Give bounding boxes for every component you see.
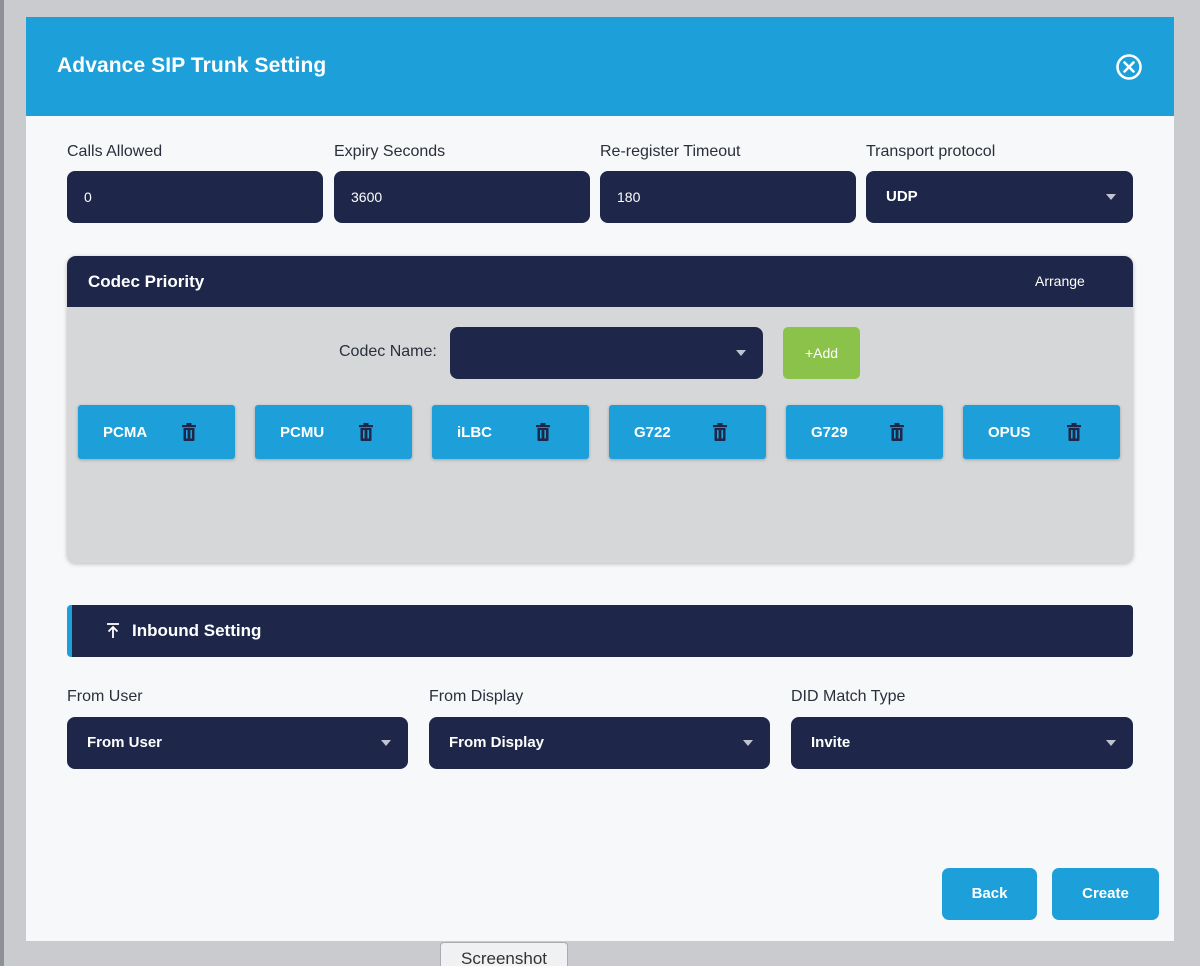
trash-icon[interactable]	[712, 423, 728, 441]
from-display-value: From Display	[449, 734, 545, 751]
chevron-down-icon	[736, 350, 746, 356]
close-icon[interactable]	[1115, 53, 1143, 81]
codec-chip[interactable]: PCMU	[255, 405, 412, 459]
dialog-header: Advance SIP Trunk Setting	[26, 17, 1174, 116]
from-display-label: From Display	[429, 688, 524, 705]
screenshot-tab[interactable]: Screenshot	[440, 942, 568, 966]
reregister-timeout-label: Re-register Timeout	[600, 143, 741, 160]
chevron-down-icon	[1106, 194, 1116, 200]
back-button[interactable]: Back	[942, 868, 1037, 920]
codec-name-label: Codec Name:	[339, 343, 437, 360]
codec-chip-label: PCMU	[280, 424, 325, 441]
transport-protocol-value: UDP	[886, 188, 918, 205]
codec-chip-label: OPUS	[988, 424, 1031, 441]
codec-chip[interactable]: PCMA	[78, 405, 235, 459]
backdrop	[0, 0, 4, 966]
transport-protocol-select[interactable]: UDP	[866, 171, 1133, 223]
calls-allowed-label: Calls Allowed	[67, 143, 163, 160]
dialog-title: Advance SIP Trunk Setting	[57, 54, 327, 77]
trash-icon[interactable]	[358, 423, 374, 441]
codec-chip-label: G729	[811, 424, 848, 441]
calls-allowed-input[interactable]: 0	[67, 171, 323, 223]
inbound-setting-toggle[interactable]: Inbound Setting	[67, 605, 1133, 657]
from-display-select[interactable]: From Display	[429, 717, 770, 769]
create-button[interactable]: Create	[1052, 868, 1159, 920]
codec-chip-label: iLBC	[457, 424, 492, 441]
codec-priority-header: Codec Priority Arrange	[67, 256, 1133, 307]
codec-priority-title: Codec Priority	[88, 272, 205, 291]
from-user-select[interactable]: From User	[67, 717, 408, 769]
chevron-down-icon	[381, 740, 391, 746]
trash-icon[interactable]	[181, 423, 197, 441]
codec-chip[interactable]: G722	[609, 405, 766, 459]
inbound-setting-title: Inbound Setting	[132, 621, 262, 640]
did-match-type-value: Invite	[811, 734, 851, 751]
chevron-down-icon	[1106, 740, 1116, 746]
sip-trunk-dialog: Advance SIP Trunk Setting Calls Allowed …	[26, 17, 1174, 941]
chevron-down-icon	[743, 740, 753, 746]
did-match-type-select[interactable]: Invite	[791, 717, 1133, 769]
collapse-up-icon	[105, 622, 121, 640]
trash-icon[interactable]	[889, 423, 905, 441]
transport-protocol-label: Transport protocol	[866, 143, 996, 160]
codec-chip[interactable]: OPUS	[963, 405, 1120, 459]
codec-priority-panel: Codec Priority Arrange Codec Name: +Add …	[67, 256, 1133, 563]
add-codec-button[interactable]: +Add	[783, 327, 860, 379]
codec-chip[interactable]: G729	[786, 405, 943, 459]
codec-chip-label: G722	[634, 424, 671, 441]
from-user-value: From User	[87, 734, 163, 751]
expiry-seconds-label: Expiry Seconds	[334, 143, 446, 160]
codec-chip[interactable]: iLBC	[432, 405, 589, 459]
reregister-timeout-input[interactable]: 180	[600, 171, 856, 223]
arrange-button[interactable]: Arrange	[1035, 273, 1085, 289]
trash-icon[interactable]	[535, 423, 551, 441]
expiry-seconds-input[interactable]: 3600	[334, 171, 590, 223]
from-user-label: From User	[67, 688, 143, 705]
codec-chip-label: PCMA	[103, 424, 148, 441]
did-match-type-label: DID Match Type	[791, 688, 906, 705]
codec-name-select[interactable]	[450, 327, 763, 379]
trash-icon[interactable]	[1066, 423, 1082, 441]
